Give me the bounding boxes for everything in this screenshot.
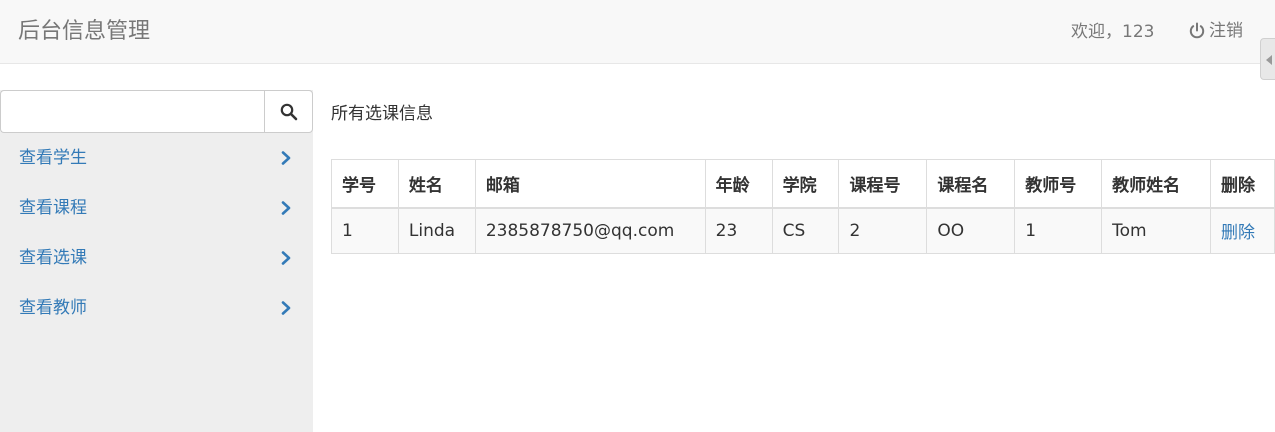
sidebar-item-teachers[interactable]: 查看教师 xyxy=(0,283,313,333)
sidebar: 查看学生 查看课程 查看选课 查看教师 xyxy=(0,90,313,432)
sidebar-item-courses[interactable]: 查看课程 xyxy=(0,183,313,233)
table-cell: 2 xyxy=(838,207,928,254)
chevron-right-icon xyxy=(281,301,291,315)
column-header: 删除 xyxy=(1209,159,1275,209)
enrollment-table: 学号 姓名 邮箱 年龄 学院 课程号 课程名 教师号 教师姓名 删除 1 Lin… xyxy=(331,159,1275,254)
power-icon xyxy=(1189,22,1205,39)
top-navbar: 后台信息管理 欢迎，123 注销 xyxy=(0,0,1275,64)
column-header: 邮箱 xyxy=(474,159,706,209)
column-header: 年龄 xyxy=(704,159,773,209)
column-header: 姓名 xyxy=(397,159,476,209)
sidebar-item-label: 查看选课 xyxy=(19,248,87,268)
table-cell: 1 xyxy=(1014,207,1103,254)
column-header: 教师姓名 xyxy=(1101,159,1211,209)
sidebar-item-students[interactable]: 查看学生 xyxy=(0,133,313,183)
column-header: 课程名 xyxy=(926,159,1016,209)
table-cell: CS xyxy=(771,207,840,254)
collapse-toggle[interactable] xyxy=(1260,38,1275,80)
column-header: 课程号 xyxy=(838,159,928,209)
delete-link[interactable]: 删除 xyxy=(1221,223,1255,243)
search-button[interactable] xyxy=(264,90,313,133)
page-title: 所有选课信息 xyxy=(331,104,433,124)
sidebar-item-enrollments[interactable]: 查看选课 xyxy=(0,233,313,283)
column-header: 学号 xyxy=(331,159,399,209)
table-row: 1 Linda 2385878750@qq.com 23 CS 2 OO 1 T… xyxy=(331,207,1275,254)
column-header: 学院 xyxy=(771,159,840,209)
logout-label: 注销 xyxy=(1209,21,1243,41)
chevron-right-icon xyxy=(281,251,291,265)
search-group xyxy=(0,90,313,133)
logout-button[interactable]: 注销 xyxy=(1188,19,1243,43)
table-cell: OO xyxy=(926,207,1016,254)
table-cell: Tom xyxy=(1101,207,1211,254)
search-input[interactable] xyxy=(0,90,264,133)
search-icon xyxy=(280,103,297,120)
table-cell: 23 xyxy=(704,207,773,254)
chevron-right-icon xyxy=(281,151,291,165)
chevron-right-icon xyxy=(281,201,291,215)
sidebar-item-label: 查看学生 xyxy=(19,148,87,168)
sidebar-item-label: 查看课程 xyxy=(19,198,87,218)
caret-left-icon xyxy=(1266,55,1272,65)
welcome-text: 欢迎，123 xyxy=(1071,22,1155,42)
table-cell: 2385878750@qq.com xyxy=(474,207,706,254)
sidebar-item-label: 查看教师 xyxy=(19,298,87,318)
table-cell: 删除 xyxy=(1209,207,1275,254)
table-cell: 1 xyxy=(331,207,399,254)
table-cell: Linda xyxy=(397,207,476,254)
brand-title[interactable]: 后台信息管理 xyxy=(18,17,150,47)
table-header-row: 学号 姓名 邮箱 年龄 学院 课程号 课程名 教师号 教师姓名 删除 xyxy=(331,159,1275,209)
column-header: 教师号 xyxy=(1014,159,1103,209)
